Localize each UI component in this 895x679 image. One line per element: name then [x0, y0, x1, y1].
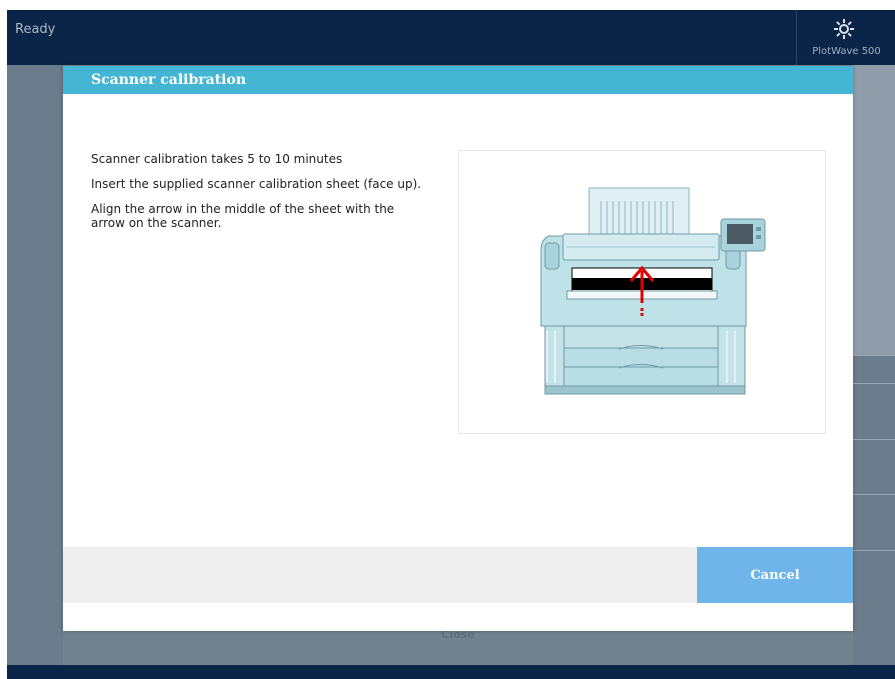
settings-button[interactable]: PlotWave 500 [796, 10, 895, 65]
instruction-align-arrow: Align the arrow in the middle of the she… [91, 202, 395, 230]
bottom-bar [7, 665, 895, 679]
instruction-duration: Scanner calibration takes 5 to 10 minute… [91, 152, 343, 166]
cancel-button[interactable]: Cancel [697, 547, 853, 603]
dialog-title: Scanner calibration [91, 72, 246, 88]
device-name: PlotWave 500 [812, 46, 881, 57]
gear-icon [834, 19, 854, 39]
dialog-header: Scanner calibration [63, 66, 853, 94]
scanner-calibration-dialog: Scanner calibration Scanner calibration … [63, 66, 853, 631]
top-bar: Ready PlotWave 500 [7, 10, 895, 65]
status-text: Ready [15, 22, 56, 37]
background-strip [853, 65, 895, 355]
background-row-divider [853, 355, 895, 356]
background-row-divider [853, 550, 895, 551]
instructions: Scanner calibration takes 5 to 10 minute… [91, 152, 431, 241]
instruction-insert-sheet: Insert the supplied scanner calibration … [91, 177, 422, 191]
background-row-divider [853, 439, 895, 440]
scanner-illustration [540, 187, 766, 395]
background-row-divider [853, 494, 895, 495]
illustration-frame [458, 150, 826, 434]
background-row-divider [853, 383, 895, 384]
